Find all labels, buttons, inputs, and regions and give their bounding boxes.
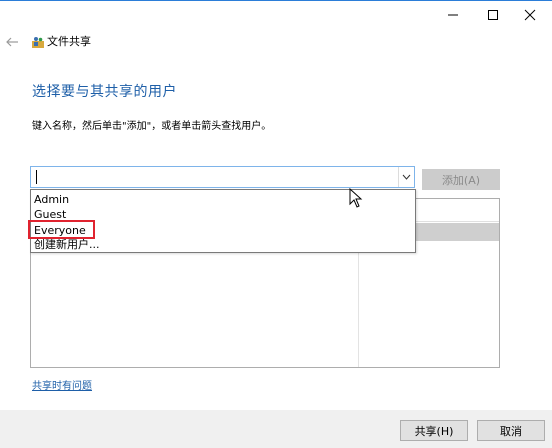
mouse-pointer-icon [349, 188, 363, 208]
window-title: 文件共享 [47, 35, 91, 48]
user-name-combobox[interactable] [30, 166, 415, 188]
add-button[interactable]: 添加(A) [422, 169, 500, 190]
maximize-icon [488, 10, 498, 20]
back-arrow-icon[interactable] [4, 34, 20, 50]
highlight-box [28, 220, 95, 239]
dropdown-button[interactable] [398, 167, 414, 187]
chevron-down-icon [402, 174, 411, 180]
close-icon [524, 9, 536, 21]
minimize-icon [448, 14, 458, 16]
footer-bar [0, 410, 552, 448]
option-admin[interactable]: Admin [34, 193, 69, 206]
option-create-new-user[interactable]: 创建新用户... [34, 238, 100, 251]
sharing-help-link[interactable]: 共享时有问题 [32, 377, 92, 392]
page-heading: 选择要与其共享的用户 [32, 84, 177, 100]
text-caret [36, 170, 37, 184]
file-sharing-icon [32, 37, 44, 48]
close-button[interactable] [507, 1, 552, 29]
cancel-button[interactable]: 取消 [477, 420, 545, 441]
instruction-text: 键入名称，然后单击"添加"，或者单击箭头查找用户。 [32, 121, 272, 132]
share-button[interactable]: 共享(H) [400, 420, 468, 441]
